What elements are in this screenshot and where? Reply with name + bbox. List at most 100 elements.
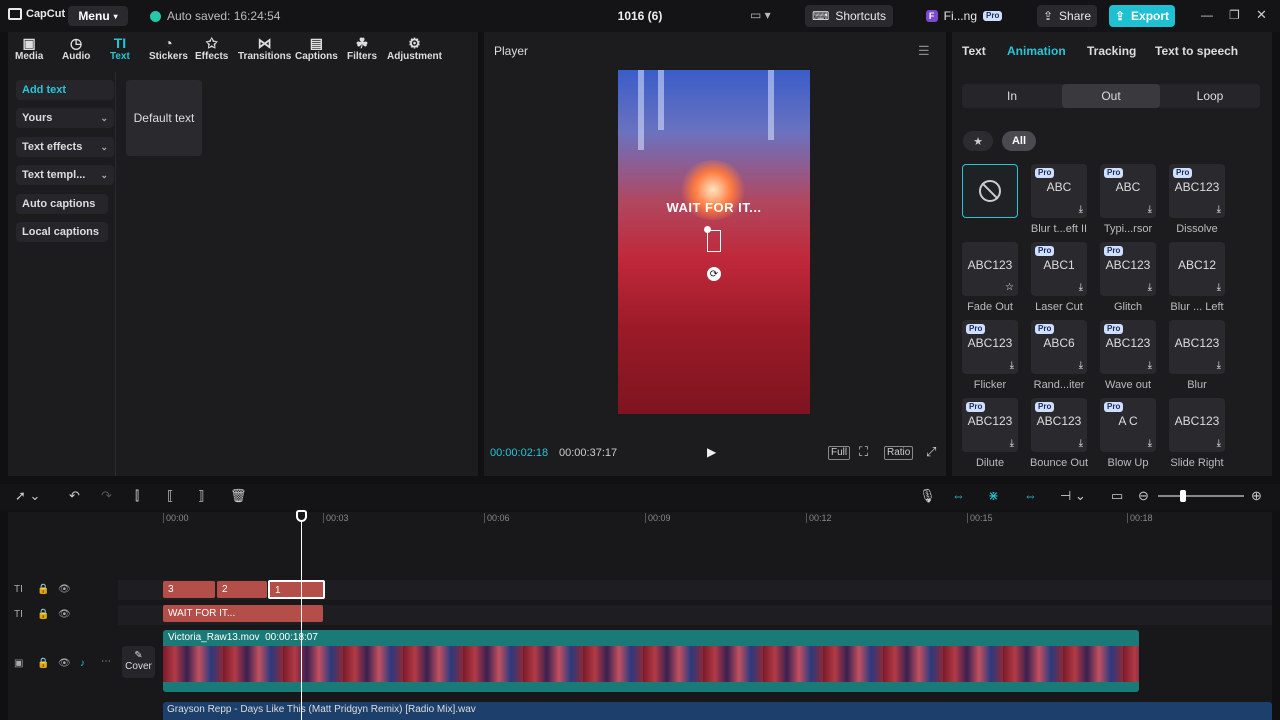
split-left-icon[interactable]: ⟦ — [167, 488, 173, 504]
animation-card[interactable]: ABC123 ☆ — [962, 242, 1018, 296]
segment-loop[interactable]: Loop — [1161, 84, 1259, 108]
filter-all-button[interactable]: All — [1002, 131, 1036, 151]
split-right-icon[interactable]: ⟧ — [198, 488, 204, 504]
tool-adjustment[interactable]: ⚙ Adjustment — [387, 35, 442, 62]
auto-snap-icon[interactable]: ⋇ — [988, 488, 999, 504]
animation-card[interactable]: ABC123 Pro ⤓ — [1100, 242, 1156, 296]
animation-card[interactable]: ABC Pro ⤓ — [1100, 164, 1156, 218]
download-icon[interactable]: ⤓ — [1217, 438, 1221, 449]
resize-handle[interactable] — [704, 226, 711, 233]
text-clip[interactable]: WAIT FOR IT... — [163, 605, 323, 622]
delete-icon[interactable]: 🗑 — [230, 488, 247, 504]
segment-in[interactable]: In — [963, 84, 1061, 108]
tool-audio[interactable]: ◷ Audio — [62, 35, 90, 62]
animation-card[interactable]: ABC1 Pro ⤓ — [1031, 242, 1087, 296]
sidebar-item-add-text[interactable]: Add text — [16, 80, 114, 100]
play-icon[interactable]: ▶ — [707, 445, 716, 459]
download-icon[interactable]: ⤓ — [1079, 438, 1083, 449]
restore-icon[interactable]: ❐ — [1229, 8, 1240, 22]
eye-icon[interactable]: 👁 — [58, 658, 71, 669]
rotate-icon[interactable]: ⟳ — [707, 267, 721, 281]
animation-card[interactable]: ABC123 Pro ⤓ — [962, 320, 1018, 374]
tool-stickers[interactable]: ◔ Stickers — [149, 35, 188, 62]
select-cursor-icon[interactable]: ➚ ⌄ — [15, 488, 40, 504]
preview-axis-icon[interactable]: ⊣ ⌄ — [1060, 488, 1086, 504]
download-icon[interactable]: ⤓ — [1079, 360, 1083, 371]
undo-icon[interactable]: ↶ — [69, 488, 80, 504]
crop-icon[interactable]: ⛶ — [859, 444, 868, 460]
zoom-slider[interactable] — [1158, 495, 1244, 497]
cover-button[interactable]: ✎ Cover — [122, 646, 155, 678]
animation-card[interactable]: ABC123 Pro ⤓ — [1100, 320, 1156, 374]
download-icon[interactable]: ⤓ — [1010, 360, 1014, 371]
animation-card[interactable]: ABC123 Pro ⤓ — [962, 398, 1018, 452]
zoom-out-icon[interactable]: ⊖ — [1138, 488, 1149, 504]
text-clip[interactable]: 2 — [217, 581, 267, 598]
animation-card[interactable]: ABC123 ⤓ — [1169, 398, 1225, 452]
tool-text[interactable]: TI Text — [110, 35, 130, 62]
share-button[interactable]: ⇪ Share — [1037, 5, 1097, 27]
text-clip[interactable]: 3 — [163, 581, 215, 598]
sidebar-item-local-captions[interactable]: Local captions — [16, 222, 108, 242]
video-overlay-text[interactable]: WAIT FOR IT... — [618, 200, 810, 215]
download-icon[interactable]: ⤓ — [1148, 438, 1152, 449]
playhead[interactable] — [301, 512, 302, 720]
text-selection-box[interactable] — [707, 230, 721, 252]
audio-clip[interactable]: Grayson Repp - Days Like This (Matt Prid… — [163, 702, 1272, 720]
tab-animation[interactable]: Animation — [1007, 44, 1066, 58]
ratio-button[interactable]: Ratio — [884, 446, 914, 460]
download-icon[interactable]: ⤓ — [1217, 204, 1221, 215]
download-icon[interactable]: ⤓ — [1148, 204, 1152, 215]
animation-card[interactable]: ABC12 ⤓ — [1169, 242, 1225, 296]
tab-text-to-speech[interactable]: Text to speech — [1155, 44, 1238, 58]
download-icon[interactable]: ⤓ — [1217, 282, 1221, 293]
account-button[interactable]: F Fi...ng Pro — [920, 5, 1008, 27]
fullscreen-icon[interactable]: ⤢ — [926, 444, 936, 460]
lock-icon[interactable]: 🔒 — [37, 658, 49, 669]
sidebar-item-yours[interactable]: Yours ⌄ — [16, 108, 114, 128]
segment-out[interactable]: Out — [1062, 84, 1160, 108]
favorite-star-icon[interactable]: ☆ — [1005, 282, 1014, 293]
eye-icon[interactable]: 👁 — [58, 584, 71, 595]
full-button[interactable]: Full — [828, 446, 851, 460]
animation-card[interactable]: ABC123 Pro ⤓ — [1031, 398, 1087, 452]
animation-card[interactable]: ABC Pro ⤓ — [1031, 164, 1087, 218]
download-icon[interactable]: ⤓ — [1079, 282, 1083, 293]
close-icon[interactable]: ✕ — [1256, 7, 1267, 23]
export-button[interactable]: ⇪ Export — [1109, 5, 1175, 27]
sidebar-item-text-effects[interactable]: Text effects ⌄ — [16, 137, 114, 157]
animation-card[interactable]: ABC123 Pro ⤓ — [1169, 164, 1225, 218]
zoom-in-icon[interactable]: ⊕ — [1251, 488, 1262, 504]
main-track-magnet-icon[interactable]: ⇔ — [952, 488, 965, 503]
sidebar-item-text-templates[interactable]: Text templ... ⌄ — [16, 165, 114, 185]
tool-media[interactable]: ▣ Media — [15, 35, 43, 62]
download-icon[interactable]: ⤓ — [1010, 438, 1014, 449]
playhead-handle[interactable] — [296, 510, 307, 522]
download-icon[interactable]: ⤓ — [1079, 204, 1083, 215]
redo-icon[interactable]: ↷ — [101, 488, 112, 504]
shortcuts-button[interactable]: ⌨ Shortcuts — [805, 5, 893, 27]
tool-effects[interactable]: ✩ Effects — [195, 35, 228, 62]
screen-icon[interactable]: ▭ — [1111, 488, 1123, 504]
download-icon[interactable]: ⤓ — [1148, 282, 1152, 293]
minimize-icon[interactable]: — — [1201, 8, 1213, 22]
eye-icon[interactable]: 👁 — [58, 609, 71, 620]
zoom-slider-handle[interactable] — [1180, 490, 1186, 502]
download-icon[interactable]: ⤓ — [1217, 360, 1221, 371]
lock-icon[interactable]: 🔒 — [37, 609, 49, 620]
audio-link-icon[interactable]: ♪ — [80, 658, 85, 669]
layout-icon[interactable]: ▭ ▾ — [750, 8, 771, 22]
lock-icon[interactable]: 🔒 — [37, 584, 49, 595]
sidebar-item-auto-captions[interactable]: Auto captions — [16, 194, 108, 214]
tab-text[interactable]: Text — [962, 44, 986, 58]
favorites-star-icon[interactable]: ★ — [963, 131, 993, 151]
download-icon[interactable]: ⤓ — [1148, 360, 1152, 371]
video-clip[interactable]: Victoria_Raw13.mov 00:00:18:07 — [163, 630, 1139, 692]
animation-none[interactable] — [962, 164, 1018, 218]
tool-captions[interactable]: ▤ Captions — [295, 35, 338, 62]
default-text-card[interactable]: Default text — [126, 80, 202, 156]
microphone-icon[interactable]: 🎙 — [919, 488, 936, 504]
hamburger-icon[interactable]: ☰ — [918, 43, 930, 59]
tool-filters[interactable]: ☘ Filters — [347, 35, 377, 62]
text-clip-selected[interactable]: 1 — [268, 580, 325, 599]
